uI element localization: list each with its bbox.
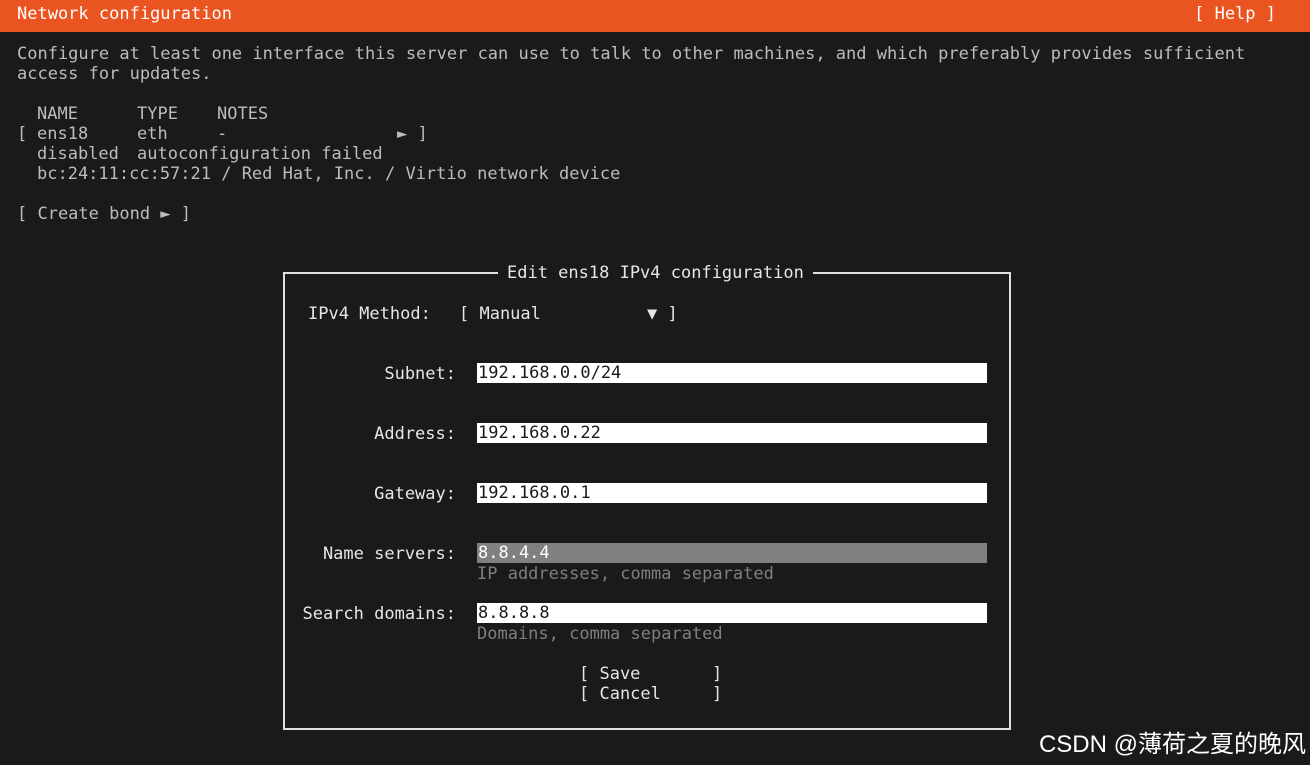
interface-hardware: bc:24:11:cc:57:21 / Red Hat, Inc. / Virt… [37, 164, 621, 184]
name-servers-input[interactable]: 8.8.4.4 [477, 543, 987, 563]
row-open-bracket: [ [17, 124, 28, 144]
title-bar: Network configuration [ Help ] [0, 0, 1310, 32]
subnet-label: Subnet: [384, 364, 456, 384]
interface-name: ens18 [37, 124, 89, 144]
dialog-title: Edit ens18 IPv4 configuration [498, 263, 813, 283]
search-domains-label: Search domains: [302, 604, 456, 624]
subnet-input[interactable]: 192.168.0.0/24 [477, 363, 987, 383]
name-servers-label: Name servers: [322, 544, 456, 564]
watermark: CSDN @薄荷之夏的晚风 [1038, 731, 1306, 758]
interface-notes: - [217, 124, 228, 144]
cancel-button[interactable]: [ Cancel ] [579, 684, 722, 704]
address-input[interactable]: 192.168.0.22 [477, 423, 987, 443]
gateway-input[interactable]: 192.168.0.1 [477, 483, 987, 503]
interface-type: eth [137, 124, 168, 144]
column-notes-header: NOTES [217, 104, 269, 124]
gateway-label: Gateway: [374, 484, 456, 504]
address-label: Address: [374, 424, 456, 444]
column-name-header: NAME [37, 104, 78, 124]
intro-line-2: access for updates. [17, 64, 212, 84]
search-domains-hint: Domains, comma separated [477, 624, 723, 644]
create-bond-button[interactable]: [ Create bond ► ] [17, 204, 191, 224]
search-domains-input[interactable]: 8.8.8.8 [477, 603, 987, 623]
name-servers-hint: IP addresses, comma separated [477, 564, 774, 584]
interface-status: disabled [37, 144, 119, 164]
intro-line-1: Configure at least one interface this se… [17, 44, 1246, 64]
chevron-down-icon[interactable]: ▼ ] [647, 304, 678, 324]
save-button[interactable]: [ Save ] [579, 664, 722, 684]
interface-menu-arrow[interactable]: ► ] [397, 124, 428, 144]
interface-status-note: autoconfiguration failed [137, 144, 383, 164]
column-type-header: TYPE [137, 104, 178, 124]
ipv4-method-label: IPv4 Method: [308, 304, 431, 324]
help-button[interactable]: [ Help ] [1194, 4, 1276, 24]
ipv4-method-value[interactable]: [ Manual [459, 304, 541, 324]
page-title: Network configuration [17, 4, 232, 24]
